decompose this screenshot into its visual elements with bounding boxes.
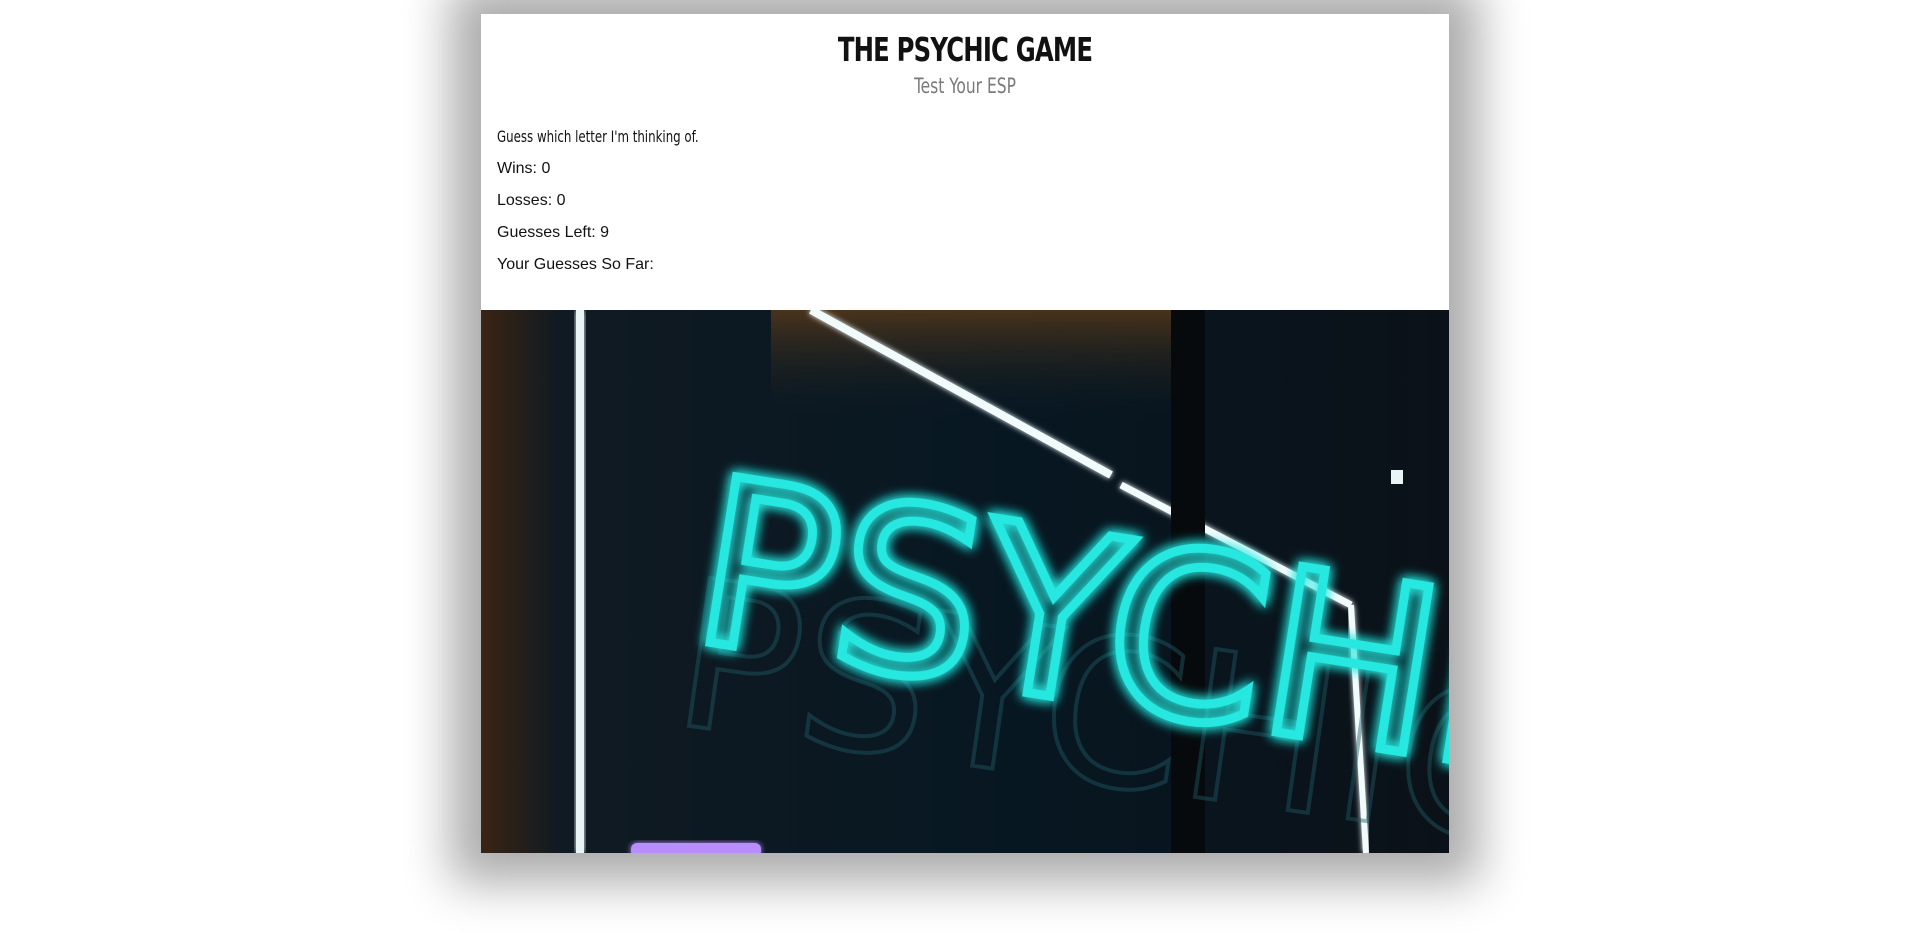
losses-stat: Losses: 0 [497,191,1433,211]
purple-light-strip [631,843,761,853]
game-card: THE PSYCHIC GAME Test Your ESP Guess whi… [481,14,1449,853]
losses-label: Losses: [497,192,557,209]
guesses-left-label: Guesses Left: [497,224,601,241]
wins-label: Wins: [497,160,542,177]
page-subtitle: Test Your ESP [914,74,1016,98]
left-tube-light [576,310,584,853]
wins-value: 0 [541,160,551,177]
psychic-neon-sign-image: PSYCHIC PSYCHIC [481,310,1449,853]
guesses-left-stat: Guesses Left: 9 [497,223,1433,243]
game-panel: Guess which letter I'm thinking of. Wins… [481,99,1449,275]
guesses-left-value: 9 [600,224,610,241]
small-light-patch [1391,470,1403,484]
guesses-so-far-label: Your Guesses So Far: [497,256,654,273]
game-prompt: Guess which letter I'm thinking of. [497,127,699,146]
guesses-so-far-stat: Your Guesses So Far: [497,255,1433,275]
page-title: THE PSYCHIC GAME [837,30,1093,69]
wins-stat: Wins: 0 [497,159,1433,179]
neon-sign-illustration: PSYCHIC PSYCHIC [481,310,1449,853]
game-header: THE PSYCHIC GAME Test Your ESP [481,14,1449,99]
losses-value: 0 [556,192,566,209]
